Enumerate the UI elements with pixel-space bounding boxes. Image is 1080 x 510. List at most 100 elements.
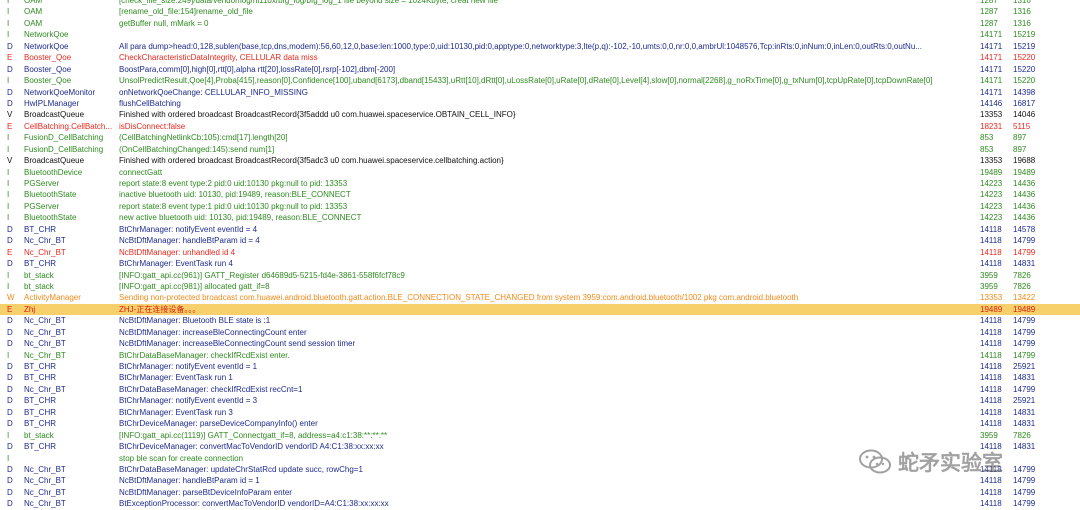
log-level: D [7,476,13,486]
log-row[interactable]: I Booster_Qoe UnsolPredictResult,Qoe[4],Pr… [0,75,1080,86]
log-message: report state:8 event type:1 pid:0 uid:10… [119,201,348,211]
log-tid: 14799 [1013,316,1036,326]
log-row[interactable]: D BT_CHR BtChrManager: notifyEvent eventId… [0,395,1080,406]
log-row[interactable]: V BroadcastQueue Finished with ordered bro… [0,155,1080,166]
log-row[interactable]: D HwIPLManager flushCellBatching 14146 16817 [0,98,1080,109]
log-row[interactable]: I PGServer report state:8 event type:1 pid… [0,201,1080,212]
log-row[interactable]: D BT_CHR BtChrManager: notifyEvent eventId… [0,361,1080,372]
log-row[interactable]: I BluetoothState new active bluetooth uid:… [0,212,1080,223]
log-tid: 15220 [1013,64,1036,74]
log-tag: Nc_Chr_BT [24,476,66,486]
log-row[interactable]: D BT_CHR BtChrManager: EventTask run 3 1411… [0,407,1080,418]
log-tid: 19489 [1013,304,1036,314]
log-row[interactable]: D BT_CHR BtChrManager: EventTask run 4 1411… [0,258,1080,269]
log-tag: FusionD_CellBatching [24,133,104,143]
log-tag: OAM [24,7,43,17]
log-tid: 14799 [1013,327,1036,337]
log-row[interactable]: I OAM getBuffer null, mMark = 0 1287 1316 [0,18,1080,29]
log-row[interactable]: I BluetoothDevice connectGatt 19489 19489 [0,167,1080,178]
log-row[interactable]: D Nc_Chr_BT NcBtDftManager: increaseBleCon… [0,338,1080,349]
log-row[interactable]: I FusionD_CellBatching (OnCellBatchingChan… [0,144,1080,155]
log-message: inactive bluetooth uid: 10130, pid:19489… [119,190,351,200]
log-pid: 19489 [980,304,1003,314]
log-level: W [7,293,15,303]
log-message: BtChrDeviceManager: parseDeviceCompanyIn… [119,419,318,429]
log-message: [rename_old_file:154]rename_old_file [119,7,253,17]
log-level: I [7,7,10,17]
log-tid: 7826 [1013,281,1031,291]
log-row[interactable]: I PGServer report state:8 event type:2 pid… [0,178,1080,189]
log-message: BtChrManager: notifyEvent eventId = 3 [119,396,258,406]
log-tag: BroadcastQueue [24,110,85,120]
log-pid: 13353 [980,156,1003,166]
log-row[interactable]: Ibt_stack [INFO:gatt_api.cc(961)] GATT_Re… [0,270,1080,281]
log-row[interactable]: D Nc_Chr_BT NcBtDftManager: handleBtParam … [0,235,1080,246]
log-row[interactable]: D NetworkQoeMonitor onNetworkQoeChange: CE… [0,87,1080,98]
log-tag: Booster_Qoe [24,53,72,63]
log-tag: BT_CHR [24,396,57,406]
log-tid: 14831 [1013,407,1036,417]
log-level: E [7,247,13,257]
log-row[interactable]: E CellBatching.CellBatch... isDisConnect:f… [0,121,1080,132]
log-row[interactable]: Ibt_stack [INFO:gatt_api.cc(981)] allocat… [0,281,1080,292]
log-level: I [7,281,10,291]
log-row[interactable]: E Booster_Qoe CheckCharacteristicDataInteg… [0,52,1080,63]
log-tid: 14799 [1013,236,1036,246]
log-tag: Nc_Chr_BT [24,247,66,257]
log-row[interactable]: D BT_CHR BtChrManager: EventTask run 1 1411… [0,372,1080,383]
log-row[interactable]: D Nc_Chr_BT NcBtDftManager: parseBtDeviceI… [0,487,1080,498]
log-message: NcBtDftManager: handleBtParam id = 1 [119,476,260,486]
log-level: D [7,64,13,74]
log-row[interactable]: W ActivityManager Sending non-protected br… [0,292,1080,303]
log-row[interactable]: I FusionD_CellBatching (CellBatchingNetlin… [0,132,1080,143]
log-pid: 3959 [980,430,998,440]
log-row[interactable]: E Zhj ZHJ-正在连接设备。。。 19489 19489 [0,303,1080,316]
wechat-logo-icon [859,449,891,474]
log-row[interactable]: D Nc_Chr_BT BtChrDataBaseManager: checkIfR… [0,384,1080,395]
log-message: BtChrDataBaseManager: checkIfRcdExist en… [119,350,290,360]
log-row[interactable]: I BluetoothState inactive bluetooth uid: 1… [0,189,1080,200]
log-tid: 15220 [1013,76,1036,86]
log-tag: HwIPLManager [24,98,80,108]
log-pid: 1287 [980,7,998,17]
log-level: I [7,144,10,154]
log-message: ZHJ-正在连接设备。。。 [119,304,201,314]
log-tid: 897 [1013,144,1027,154]
log-row[interactable]: D BT_CHR BtChrManager: notifyEvent eventId… [0,224,1080,235]
log-message: isDisConnect:false [119,121,186,131]
log-level: E [7,53,13,63]
log-pid: 3959 [980,270,998,280]
log-level: I [7,30,10,40]
log-message: stop ble scan for create connection [119,453,244,463]
log-row[interactable]: E Nc_Chr_BT NcBtDftManager: unhandled id 4… [0,247,1080,258]
log-row[interactable]: D Nc_Chr_BT NcBtDftManager: Bluetooth BLE … [0,315,1080,326]
log-message: NcBtDftManager: parseBtDeviceInfoParam e… [119,487,292,497]
log-tid: 16817 [1013,98,1036,108]
log-row[interactable]: V BroadcastQueue Finished with ordered bro… [0,109,1080,120]
log-message: [INFO:gatt_api.cc(961)] GATT_Register d6… [119,270,405,280]
watermark-text: 蛇矛实验室 [898,451,1003,475]
log-row[interactable]: I Nc_Chr_BT BtChrDataBaseManager: checkIfR… [0,350,1080,361]
log-row[interactable]: D Booster_Qoe BoostPara,comm[0],high[0],rt… [0,64,1080,75]
log-message: new active bluetooth uid: 10130, pid:194… [119,213,362,223]
log-level: I [7,350,10,360]
log-row[interactable]: D BT_CHR BtChrDeviceManager: parseDeviceCo… [0,418,1080,429]
log-row[interactable]: D Nc_Chr_BT NcBtDftManager: increaseBleCon… [0,327,1080,338]
log-level: I [7,179,10,188]
log-pid: 14118 [980,362,1002,371]
log-row[interactable]: Ibt_stack [INFO:gatt_api.cc(1119)] GATT_C… [0,430,1080,441]
log-row[interactable]: I NetworkQoe 14171 15219 [0,29,1080,40]
log-level: I [7,18,10,28]
log-tag: BT_CHR [24,407,57,417]
log-level: I [7,201,10,211]
log-pid: 14171 [980,76,1003,86]
log-tag: Booster_Qoe [24,76,72,86]
log-tag: Nc_Chr_BT [24,464,66,474]
log-row[interactable]: I OAM [rename_old_file:154]rename_old_file… [0,6,1080,17]
log-message: (CellBatchingNetlinkCb:105):cmd[17].leng… [119,133,288,143]
log-row[interactable]: D NetworkQoe All para dump>head:0,128,subl… [0,41,1080,52]
log-tid: 14578 [1013,224,1036,234]
log-tag: BT_CHR [24,419,57,429]
log-pid: 14118 [980,259,1002,269]
log-message: getBuffer null, mMark = 0 [119,18,209,28]
